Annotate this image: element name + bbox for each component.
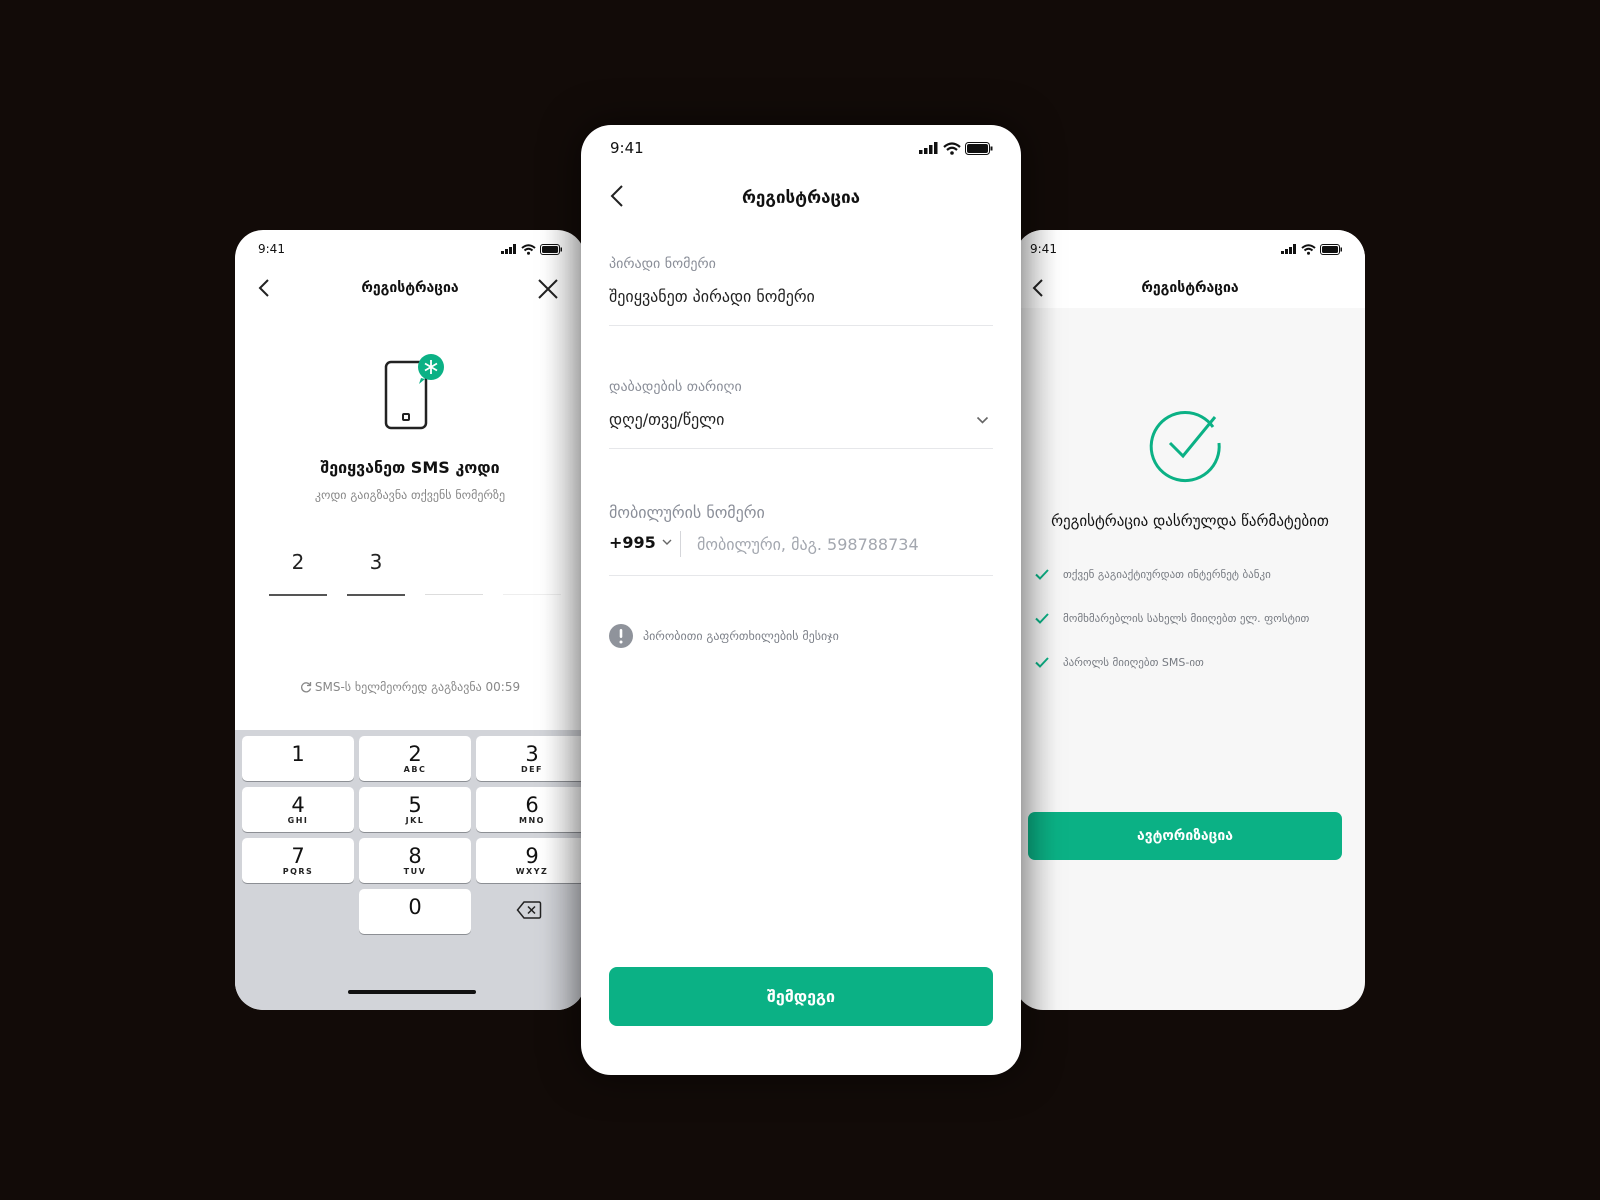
personal-number-input[interactable]: შეიყვანეთ პირადი ნომერი [609, 287, 815, 306]
checklist-item: თქვენ გაგიაქტიურდათ ინტერნეტ ბანკი [1035, 568, 1271, 581]
numeric-keypad: 1 2 ABC 3 DEF 4 GHI 5 JKL 6 MNO 7 PQRS 8 TUV 9W… [235, 730, 585, 1010]
next-button[interactable]: შემდეგი [609, 967, 993, 1026]
resend-sms-link[interactable]: SMS-ს ხელმეორედ გაგზავნა 00:59 [235, 680, 585, 694]
field-divider [609, 325, 993, 326]
checklist-item: პაროლს მიიღებთ SMS-ით [1035, 656, 1204, 669]
checklist-item: მომხმარებლის სახელს მიიღებთ ელ. ფოსტით [1035, 612, 1309, 625]
screen-title: რეგისტრაცია [741, 188, 861, 208]
key-2[interactable]: 2 ABC [359, 736, 471, 781]
battery-icon [1320, 243, 1342, 255]
sms-subtitle: კოდი გაიგზავნა თქვენს ნომერზე [314, 488, 506, 502]
warning-message: პირობითი გაფრთხილების მესიჯი [609, 624, 839, 648]
key-0[interactable]: 0 [359, 889, 471, 934]
check-icon [1035, 613, 1049, 624]
signal-icon [1281, 244, 1296, 254]
status-time: 9:41 [1030, 242, 1057, 256]
key-5[interactable]: 5 JKL [359, 787, 471, 832]
battery-icon [540, 243, 562, 255]
authorize-button[interactable]: ავტორიზაცია [1028, 812, 1342, 860]
registration-success-screen: 9:41 რეგისტრაცია რეგისტრაცია დასრულდა წა… [1015, 230, 1365, 1010]
key-6[interactable]: 6 MNO [476, 787, 585, 832]
status-bar: 9:41 [1015, 242, 1365, 256]
backspace-icon[interactable] [516, 900, 542, 920]
chevron-down-icon [662, 539, 672, 545]
registration-form-screen: 9:41 რეგისტრაცია პირადი ნომერი შეიყვანეთ… [581, 125, 1021, 1075]
code-underline [425, 594, 483, 595]
screen-title: რეგისტრაცია [1141, 280, 1239, 296]
mobile-label: მობილურის ნომერი [609, 503, 765, 522]
signal-icon [919, 142, 938, 154]
code-digit-2[interactable]: 3 [347, 550, 405, 574]
status-time: 9:41 [258, 242, 285, 256]
key-1[interactable]: 1 [242, 736, 354, 781]
wifi-icon [1301, 243, 1316, 255]
country-code-value: +995 [609, 533, 656, 552]
code-underline [347, 594, 405, 596]
check-icon [1035, 657, 1049, 668]
warning-icon [609, 624, 633, 648]
key-4[interactable]: 4 GHI [242, 787, 354, 832]
refresh-icon [300, 682, 312, 693]
key-8[interactable]: 8 TUV [359, 838, 471, 883]
key-3[interactable]: 3 DEF [476, 736, 585, 781]
birth-date-label: დაბადების თარიღი [609, 379, 742, 395]
status-bar: 9:41 [235, 242, 585, 256]
resend-text: SMS-ს ხელმეორედ გაგზავნა 00:59 [314, 680, 521, 694]
country-code-select[interactable]: +995 [609, 533, 672, 552]
sms-code-screen: 9:41 რეგისტრაცია შეიყვანეთ SMS კოდი კოდი… [235, 230, 585, 1010]
code-underline [269, 594, 327, 596]
wifi-icon [943, 141, 961, 155]
personal-number-label: პირადი ნომერი [609, 256, 716, 272]
code-digit-1[interactable]: 2 [269, 550, 327, 574]
status-time: 9:41 [610, 139, 644, 157]
success-heading: რეგისტრაცია დასრულდა წარმატებით [1051, 512, 1329, 530]
screen-title: რეგისტრაცია [361, 280, 459, 296]
birth-date-value: დღე/თვე/წელი [609, 410, 725, 429]
field-separator [680, 531, 681, 557]
battery-icon [965, 141, 993, 155]
sms-heading: შეიყვანეთ SMS კოდი [320, 458, 500, 477]
birth-date-select[interactable]: დღე/თვე/წელი [609, 405, 993, 437]
warning-text: პირობითი გაფრთხილების მესიჯი [643, 629, 839, 643]
field-divider [609, 575, 993, 576]
signal-icon [501, 244, 516, 254]
check-icon [1035, 569, 1049, 580]
code-underline [503, 594, 561, 595]
key-9[interactable]: 9 WXYZ [476, 838, 585, 883]
home-indicator [348, 990, 476, 994]
close-icon[interactable] [537, 278, 559, 300]
success-check-icon [1149, 411, 1221, 483]
phone-sms-icon [384, 354, 444, 430]
wifi-icon [521, 243, 536, 255]
mobile-input[interactable]: მობილური, მაგ. 598788734 [697, 535, 919, 554]
field-divider [609, 448, 993, 449]
status-bar: 9:41 [581, 139, 1021, 157]
key-7[interactable]: 7 PQRS [242, 838, 354, 883]
chevron-down-icon [976, 416, 989, 424]
